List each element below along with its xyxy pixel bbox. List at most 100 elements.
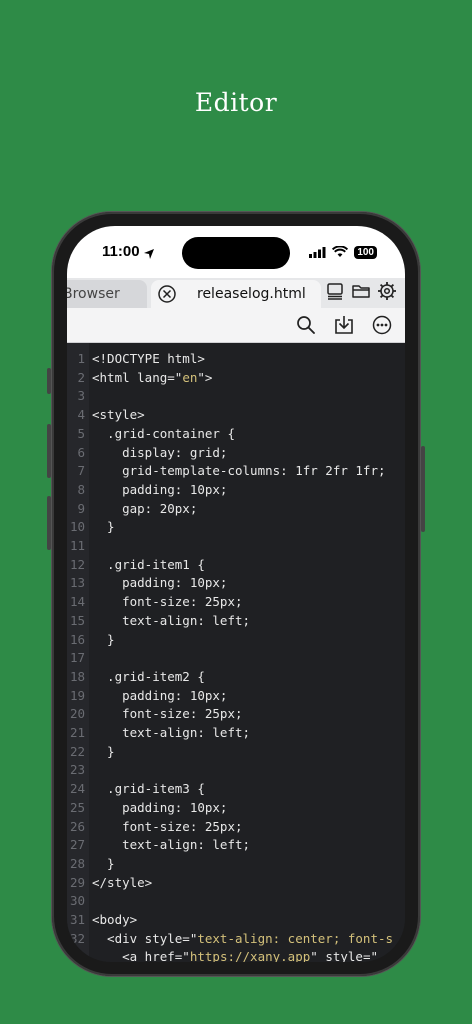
code-text: <html lang=" [92, 369, 183, 385]
code-line[interactable]: 27 text-align: left; [67, 835, 405, 854]
editor-toolbar [67, 308, 405, 343]
line-number: 2 [77, 369, 85, 385]
code-text: <!DOCTYPE html> [92, 351, 205, 366]
line-number: 24 [69, 781, 85, 797]
code-line[interactable]: 13 padding: 10px; [67, 573, 405, 592]
code-line[interactable]: 8 padding: 10px; [67, 480, 405, 499]
line-number: 15 [69, 612, 85, 628]
code-text-after: "> [197, 369, 213, 385]
code-line[interactable]: 4 <style> [67, 405, 405, 424]
code-text: </style> [92, 874, 153, 890]
line-number: 10 [69, 519, 85, 535]
code-line[interactable]: 21 text-align: left; [67, 723, 405, 742]
code-line[interactable]: 6 display: grid; [67, 443, 405, 462]
code-text: font-size: 25px; [92, 706, 243, 722]
line-number: 4 [77, 407, 85, 423]
search-icon[interactable] [295, 314, 317, 336]
code-line[interactable]: 3 [67, 386, 405, 405]
line-number: 20 [69, 706, 85, 722]
tab-browser-label: Browser [67, 286, 120, 302]
code-line[interactable]: 2 <html lang="en"> [67, 368, 405, 387]
code-line[interactable]: 12 .grid-item1 { [67, 555, 405, 574]
location-arrow-icon [143, 245, 155, 264]
code-text: gap: 20px; [92, 500, 198, 516]
tab-bar: Browser releaselog.html [67, 278, 405, 308]
code-text: } [92, 855, 115, 871]
phone-power-button [421, 446, 425, 532]
line-number: 7 [77, 463, 85, 479]
code-line[interactable]: 10 } [67, 517, 405, 536]
code-line[interactable]: 23 [67, 760, 405, 779]
status-time: 11:00 [102, 243, 140, 260]
tab-releaselog[interactable]: releaselog.html [151, 280, 321, 308]
dynamic-island [182, 237, 290, 269]
code-line[interactable]: 18 .grid-item2 { [67, 667, 405, 686]
code-line[interactable]: 9 gap: 20px; [67, 499, 405, 518]
folder-icon[interactable] [351, 281, 371, 301]
line-number: 31 [69, 912, 85, 927]
code-line[interactable]: 5 .grid-container { [67, 424, 405, 443]
code-line[interactable]: 32 <div style="text-align: center; font-… [67, 929, 405, 948]
code-line[interactable]: 30 [67, 891, 405, 910]
phone-silent-switch [47, 368, 51, 394]
code-text: } [92, 631, 115, 647]
code-line[interactable]: 24 .grid-item3 { [67, 779, 405, 798]
line-number: 13 [69, 575, 85, 591]
code-text: .grid-item1 { [92, 556, 205, 572]
status-bar: 11:00 100 [67, 226, 405, 278]
tab-releaselog-label: releaselog.html [197, 286, 306, 302]
code-text: grid-template-columns: 1fr 2fr 1fr; [92, 463, 386, 479]
line-number: 16 [69, 631, 85, 647]
code-line[interactable]: 1 <!DOCTYPE html> [67, 349, 405, 368]
code-line[interactable]: 26 font-size: 25px; [67, 817, 405, 836]
panel-icon[interactable] [325, 281, 345, 301]
line-number: 1 [77, 351, 85, 366]
code-line[interactable]: 22 } [67, 742, 405, 761]
line-number: 17 [69, 650, 85, 666]
code-text: <style> [92, 407, 145, 423]
code-text: } [92, 743, 115, 759]
code-text-after: " style=" [310, 949, 378, 962]
line-number: 22 [69, 743, 85, 759]
line-number: 11 [69, 538, 85, 553]
code-line[interactable]: 25 padding: 10px; [67, 798, 405, 817]
code-text: text-align: left; [92, 725, 251, 740]
code-line[interactable]: 15 text-align: left; [67, 611, 405, 630]
code-line[interactable]: 28 } [67, 854, 405, 873]
line-number: 5 [77, 425, 85, 441]
code-line[interactable]: 29 </style> [67, 873, 405, 892]
line-number: 32 [69, 930, 85, 946]
settings-icon[interactable] [377, 281, 397, 301]
line-number: 28 [69, 855, 85, 871]
more-icon[interactable] [371, 314, 393, 336]
code-string: https://xany.app [189, 949, 311, 962]
line-number: 3 [77, 388, 85, 404]
code-text: display: grid; [92, 444, 228, 460]
tab-browser[interactable]: Browser [67, 280, 147, 308]
line-number: 30 [69, 893, 85, 909]
code-text: .grid-item3 { [92, 781, 205, 797]
code-line[interactable]: 14 font-size: 25px; [67, 592, 405, 611]
code-line[interactable]: <a href="https://xany.app" style=" [67, 947, 405, 962]
code-editor[interactable]: 1 <!DOCTYPE html> 2 <html lang="en"> 3 4 <styl… [67, 343, 405, 962]
line-number: 23 [69, 762, 85, 778]
code-string: text-align: center; font-s [197, 930, 394, 946]
code-line[interactable]: 20 font-size: 25px; [67, 704, 405, 723]
line-number: 29 [69, 874, 85, 890]
code-text: font-size: 25px; [92, 818, 243, 834]
line-number: 12 [69, 556, 85, 572]
code-line[interactable]: 31 <body> [67, 910, 405, 929]
code-line[interactable]: 16 } [67, 630, 405, 649]
code-line[interactable]: 11 [67, 536, 405, 555]
download-icon[interactable] [333, 314, 355, 336]
code-text: padding: 10px; [92, 575, 228, 591]
code-line[interactable]: 19 padding: 10px; [67, 686, 405, 705]
code-line[interactable]: 17 [67, 648, 405, 667]
code-text: } [92, 519, 115, 535]
line-number: 19 [69, 687, 85, 703]
code-line[interactable]: 7 grid-template-columns: 1fr 2fr 1fr; [67, 461, 405, 480]
page-title: Editor [194, 88, 278, 117]
close-icon[interactable] [157, 284, 177, 304]
battery-icon: 100 [354, 246, 377, 259]
wifi-icon [332, 243, 349, 262]
